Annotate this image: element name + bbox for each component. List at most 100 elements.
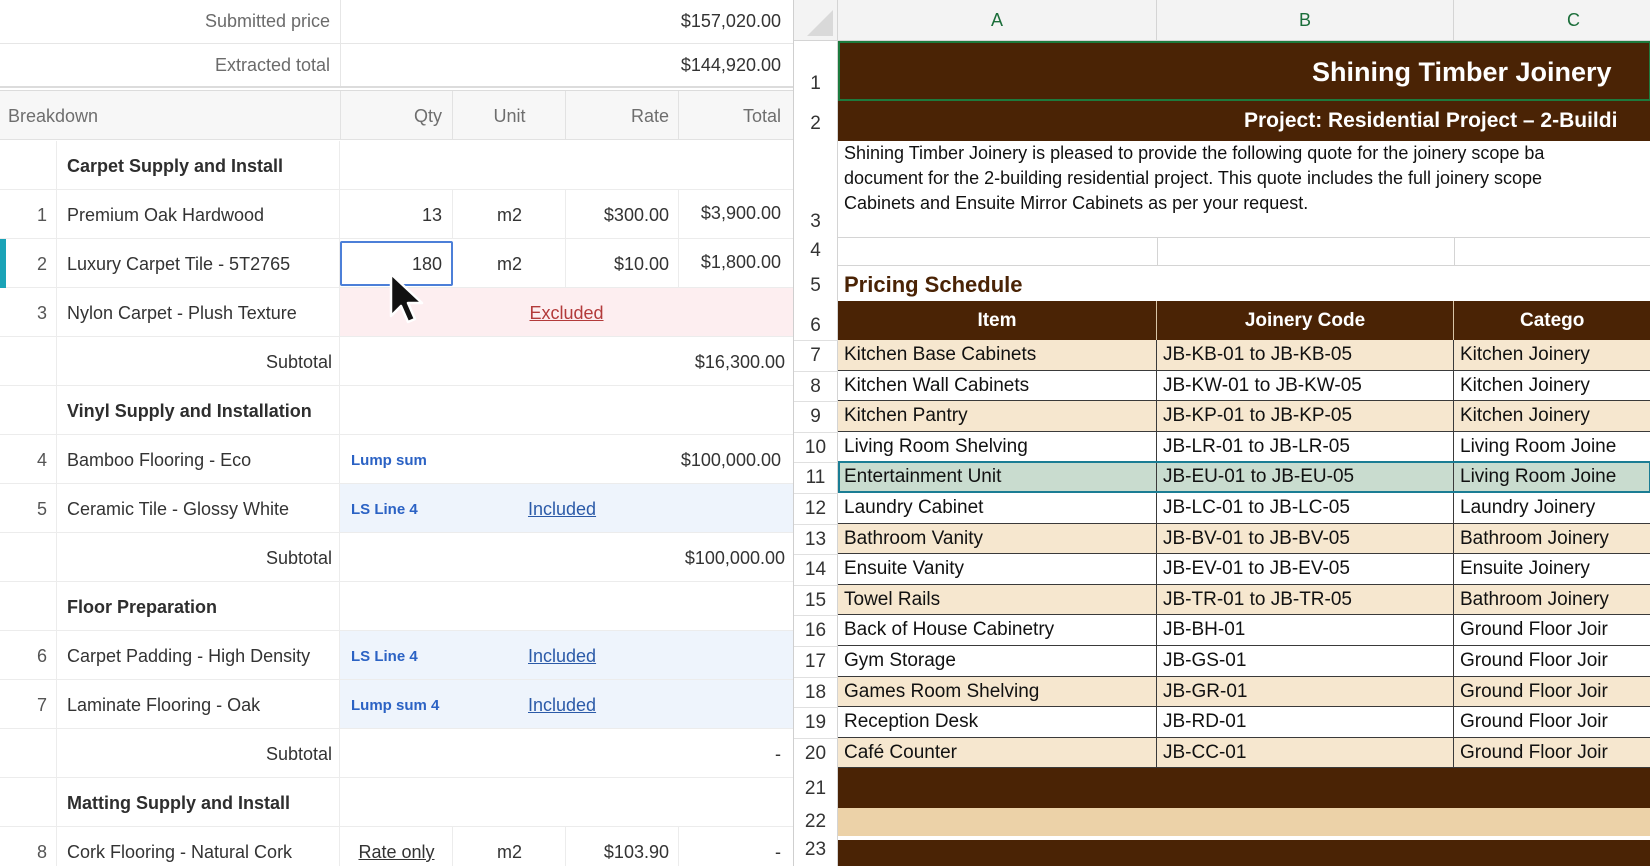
row-header[interactable]: 10 (794, 432, 838, 462)
rate-cell[interactable]: $10.00 (566, 254, 669, 275)
column-header-c[interactable]: C (1454, 0, 1650, 41)
row-header[interactable]: 14 (794, 554, 838, 585)
footer-bar-tan[interactable] (838, 808, 1650, 836)
joinery-code-cell[interactable]: JB-KW-01 to JB-KW-05 (1157, 371, 1454, 401)
joinery-code-cell[interactable]: JB-TR-01 to JB-TR-05 (1157, 585, 1454, 615)
row-header[interactable]: 5 (794, 265, 838, 301)
row-header[interactable]: 8 (794, 371, 838, 401)
item-cell[interactable]: Kitchen Base Cabinets (838, 340, 1157, 371)
category-cell[interactable]: Living Room Joine (1454, 432, 1650, 462)
pricing-schedule-heading[interactable]: Pricing Schedule (844, 272, 1023, 298)
footer-bar-dark[interactable] (838, 840, 1650, 866)
row-header[interactable]: 23 (794, 836, 838, 866)
category-cell[interactable]: Kitchen Joinery (1454, 340, 1650, 371)
row-header[interactable]: 22 (794, 808, 838, 836)
lump-sum-tag[interactable]: Lump sum 4 (351, 697, 439, 714)
unit-cell[interactable]: m2 (453, 842, 566, 863)
included-link[interactable]: Included (528, 646, 596, 667)
row-header[interactable]: 13 (794, 524, 838, 554)
row-header[interactable]: 16 (794, 615, 838, 646)
joinery-code-cell[interactable]: JB-KB-01 to JB-KB-05 (1157, 340, 1454, 371)
excluded-link[interactable]: Excluded (340, 303, 793, 324)
line-item-row[interactable]: 1 Premium Oak Hardwood 13 m2 $300.00 $3,… (0, 190, 793, 239)
rate-cell[interactable]: $300.00 (566, 205, 669, 226)
category-cell[interactable]: Kitchen Joinery (1454, 401, 1650, 432)
joinery-code-cell[interactable]: JB-BH-01 (1157, 615, 1454, 646)
category-cell[interactable]: Ground Floor Joir (1454, 677, 1650, 707)
row-header[interactable]: 2 (794, 101, 838, 141)
item-cell[interactable]: Kitchen Pantry (838, 401, 1157, 432)
select-all-corner[interactable] (794, 0, 838, 41)
row-header[interactable]: 11 (794, 462, 838, 493)
joinery-code-cell[interactable]: JB-BV-01 to JB-BV-05 (1157, 524, 1454, 554)
row-header[interactable]: 4 (794, 237, 838, 265)
category-cell[interactable]: Bathroom Joinery (1454, 585, 1650, 615)
row-header[interactable]: 17 (794, 646, 838, 677)
row-header[interactable]: 18 (794, 677, 838, 707)
line-item-row[interactable]: 6 Carpet Padding - High Density LS Line … (0, 631, 793, 680)
footer-bar-dark[interactable] (838, 768, 1650, 808)
rate-cell[interactable]: $103.90 (566, 842, 669, 863)
included-link[interactable]: Included (528, 695, 596, 716)
item-cell[interactable]: Back of House Cabinetry (838, 615, 1157, 646)
line-item-row[interactable]: 7 Laminate Flooring - Oak Lump sum 4 Inc… (0, 680, 793, 729)
row-header[interactable]: 6 (794, 301, 838, 340)
item-cell[interactable]: Bathroom Vanity (838, 524, 1157, 554)
lump-sum-tag[interactable]: Lump sum (351, 452, 427, 469)
joinery-code-cell[interactable]: JB-LC-01 to JB-LC-05 (1157, 493, 1454, 524)
item-cell[interactable]: Entertainment Unit (838, 462, 1157, 493)
row-header[interactable]: 12 (794, 493, 838, 524)
line-item-row[interactable]: 8 Cork Flooring - Natural Cork Rate only… (0, 827, 793, 866)
item-cell[interactable]: Café Counter (838, 738, 1157, 768)
category-cell[interactable]: Ground Floor Joir (1454, 646, 1650, 677)
ls-line-tag[interactable]: LS Line 4 (351, 501, 418, 518)
category-cell[interactable]: Ground Floor Joir (1454, 738, 1650, 768)
line-item-row-selected[interactable]: 2 Luxury Carpet Tile - 5T2765 180 m2 $10… (0, 239, 793, 288)
item-cell[interactable]: Ensuite Vanity (838, 554, 1157, 585)
line-item-row[interactable]: 3 Nylon Carpet - Plush Texture Excluded (0, 288, 793, 337)
category-cell[interactable]: Ground Floor Joir (1454, 615, 1650, 646)
joinery-code-cell[interactable]: JB-CC-01 (1157, 738, 1454, 768)
item-cell[interactable]: Reception Desk (838, 707, 1157, 738)
row-header[interactable]: 21 (794, 768, 838, 808)
line-item-row[interactable]: 4 Bamboo Flooring - Eco Lump sum $100,00… (0, 435, 793, 484)
row-header[interactable]: 7 (794, 340, 838, 371)
item-cell[interactable]: Living Room Shelving (838, 432, 1157, 462)
category-cell[interactable]: Living Room Joine (1454, 462, 1650, 493)
header-category[interactable]: Catego (1454, 301, 1650, 340)
rate-only-link[interactable]: Rate only (340, 842, 453, 863)
sheet-title-cell[interactable]: Shining Timber Joinery (838, 41, 1650, 101)
category-cell[interactable]: Ground Floor Joir (1454, 707, 1650, 738)
joinery-code-cell[interactable]: JB-RD-01 (1157, 707, 1454, 738)
header-item[interactable]: Item (838, 301, 1157, 340)
joinery-code-cell[interactable]: JB-GR-01 (1157, 677, 1454, 707)
item-cell[interactable]: Games Room Shelving (838, 677, 1157, 707)
category-cell[interactable]: Bathroom Joinery (1454, 524, 1650, 554)
category-cell[interactable]: Laundry Joinery (1454, 493, 1650, 524)
unit-cell[interactable]: m2 (453, 205, 566, 226)
intro-cell[interactable]: Shining Timber Joinery is pleased to pro… (838, 141, 1650, 237)
qty-cell[interactable]: 13 (340, 205, 442, 226)
category-cell[interactable]: Ensuite Joinery (1454, 554, 1650, 585)
joinery-code-cell[interactable]: JB-GS-01 (1157, 646, 1454, 677)
column-header-b[interactable]: B (1157, 0, 1454, 41)
header-joinery-code[interactable]: Joinery Code (1157, 301, 1454, 340)
line-item-row[interactable]: 5 Ceramic Tile - Glossy White LS Line 4 … (0, 484, 793, 533)
joinery-code-cell[interactable]: JB-KP-01 to JB-KP-05 (1157, 401, 1454, 432)
item-cell[interactable]: Towel Rails (838, 585, 1157, 615)
row-header[interactable]: 20 (794, 738, 838, 768)
row-header[interactable]: 15 (794, 585, 838, 615)
row-header[interactable]: 9 (794, 401, 838, 432)
joinery-code-cell[interactable]: JB-EU-01 to JB-EU-05 (1157, 462, 1454, 493)
category-cell[interactable]: Kitchen Joinery (1454, 371, 1650, 401)
item-cell[interactable]: Laundry Cabinet (838, 493, 1157, 524)
ls-line-tag[interactable]: LS Line 4 (351, 648, 418, 665)
joinery-code-cell[interactable]: JB-LR-01 to JB-LR-05 (1157, 432, 1454, 462)
unit-cell[interactable]: m2 (453, 254, 566, 275)
row-header[interactable]: 1 (794, 41, 838, 101)
project-cell[interactable]: Project: Residential Project – 2-Buildi (838, 101, 1650, 141)
joinery-code-cell[interactable]: JB-EV-01 to JB-EV-05 (1157, 554, 1454, 585)
included-link[interactable]: Included (528, 499, 596, 520)
item-cell[interactable]: Kitchen Wall Cabinets (838, 371, 1157, 401)
item-cell[interactable]: Gym Storage (838, 646, 1157, 677)
